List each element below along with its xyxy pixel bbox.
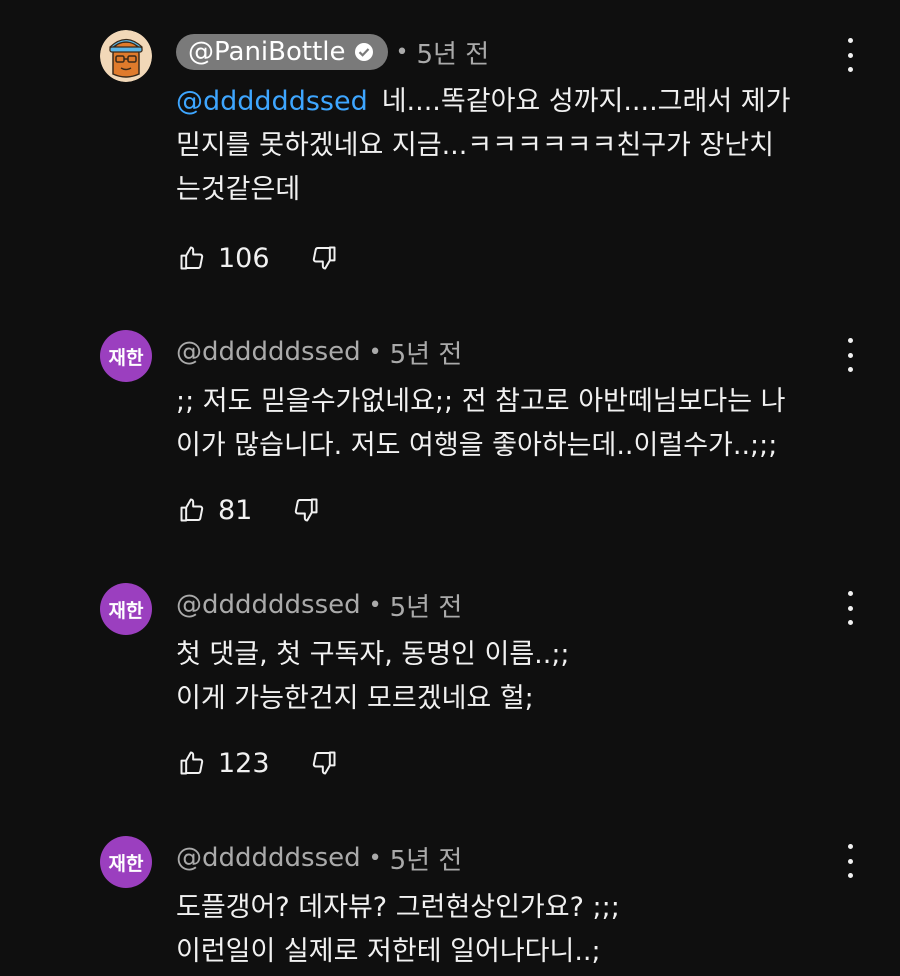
author-name[interactable]: @ddddddssed (176, 337, 361, 367)
thumb-down-icon[interactable] (310, 749, 338, 777)
comment-time: 5년 전 (416, 39, 490, 70)
comment-text: 첫 댓글, 첫 구독자, 동명인 이름..;; 이게 가능한건지 모르겠네요 헐… (176, 633, 836, 721)
comment-line: 는것같은데 (176, 174, 301, 205)
thumb-up-icon[interactable] (178, 244, 206, 272)
avatar-illustration (100, 30, 152, 82)
comment-line: 믿지를 못하겠네요 지금...ㅋㅋㅋㅋㅋㅋ친구가 장난치 (176, 130, 774, 161)
thumb-up-icon[interactable] (178, 496, 206, 524)
avatar-initials[interactable]: 재한 (100, 583, 152, 635)
avatar-initials[interactable]: 재한 (100, 330, 152, 382)
comment-line: 도플갱어? 데자뷰? 그런현상인가요? ;;; (176, 892, 620, 923)
author-name[interactable]: @ddddddssed (176, 843, 361, 873)
avatar-panibottle[interactable] (100, 30, 152, 82)
mention-link[interactable]: @ddddddssed (176, 86, 368, 117)
comment-text: @ddddddssed 네....똑같아요 성까지....그래서 제가 믿지를 못… (176, 80, 836, 212)
like-count: 123 (218, 747, 270, 779)
comment-text: 도플갱어? 데자뷰? 그런현상인가요? ;;; 이런일이 실제로 저한테 일어나… (176, 886, 836, 974)
author-pill[interactable]: @PaniBottle (176, 34, 388, 70)
comment-text: ;; 저도 믿을수가없네요;; 전 참고로 아반떼님보다는 나 이가 많습니다.… (176, 380, 836, 468)
more-vert-icon[interactable] (842, 844, 858, 878)
thumb-down-icon[interactable] (310, 244, 338, 272)
more-vert-icon[interactable] (842, 38, 858, 72)
like-count: 81 (218, 494, 253, 526)
comment-line: 이가 많습니다. 저도 여행을 좋아하는데..이럴수가..;;; (176, 430, 778, 461)
separator-dot: • (368, 339, 382, 365)
comment-line: @ddddddssed 네....똑같아요 성까지....그래서 제가 (176, 86, 791, 117)
author-name[interactable]: @ddddddssed (176, 590, 361, 620)
comment-time: 5년 전 (389, 845, 463, 876)
comment-line: 첫 댓글, 첫 구독자, 동명인 이름..;; (176, 639, 570, 670)
more-vert-icon[interactable] (842, 338, 858, 372)
avatar-initials[interactable]: 재한 (100, 836, 152, 888)
comment-time: 5년 전 (389, 339, 463, 370)
verified-check-icon (354, 43, 373, 61)
separator-dot: • (368, 592, 382, 618)
separator-dot: • (368, 845, 382, 871)
thumb-up-icon[interactable] (178, 749, 206, 777)
like-count: 106 (218, 242, 270, 274)
comment-line: 이게 가능한건지 모르겠네요 헐; (176, 683, 534, 714)
separator-dot: • (395, 39, 409, 65)
comment-line: ;; 저도 믿을수가없네요;; 전 참고로 아반떼님보다는 나 (176, 386, 786, 417)
comment-time: 5년 전 (389, 592, 463, 623)
thumb-down-icon[interactable] (292, 496, 320, 524)
author-name[interactable]: @PaniBottle (188, 37, 346, 67)
more-vert-icon[interactable] (842, 591, 858, 625)
comment-line: 이런일이 실제로 저한테 일어나다니..; (176, 936, 601, 967)
